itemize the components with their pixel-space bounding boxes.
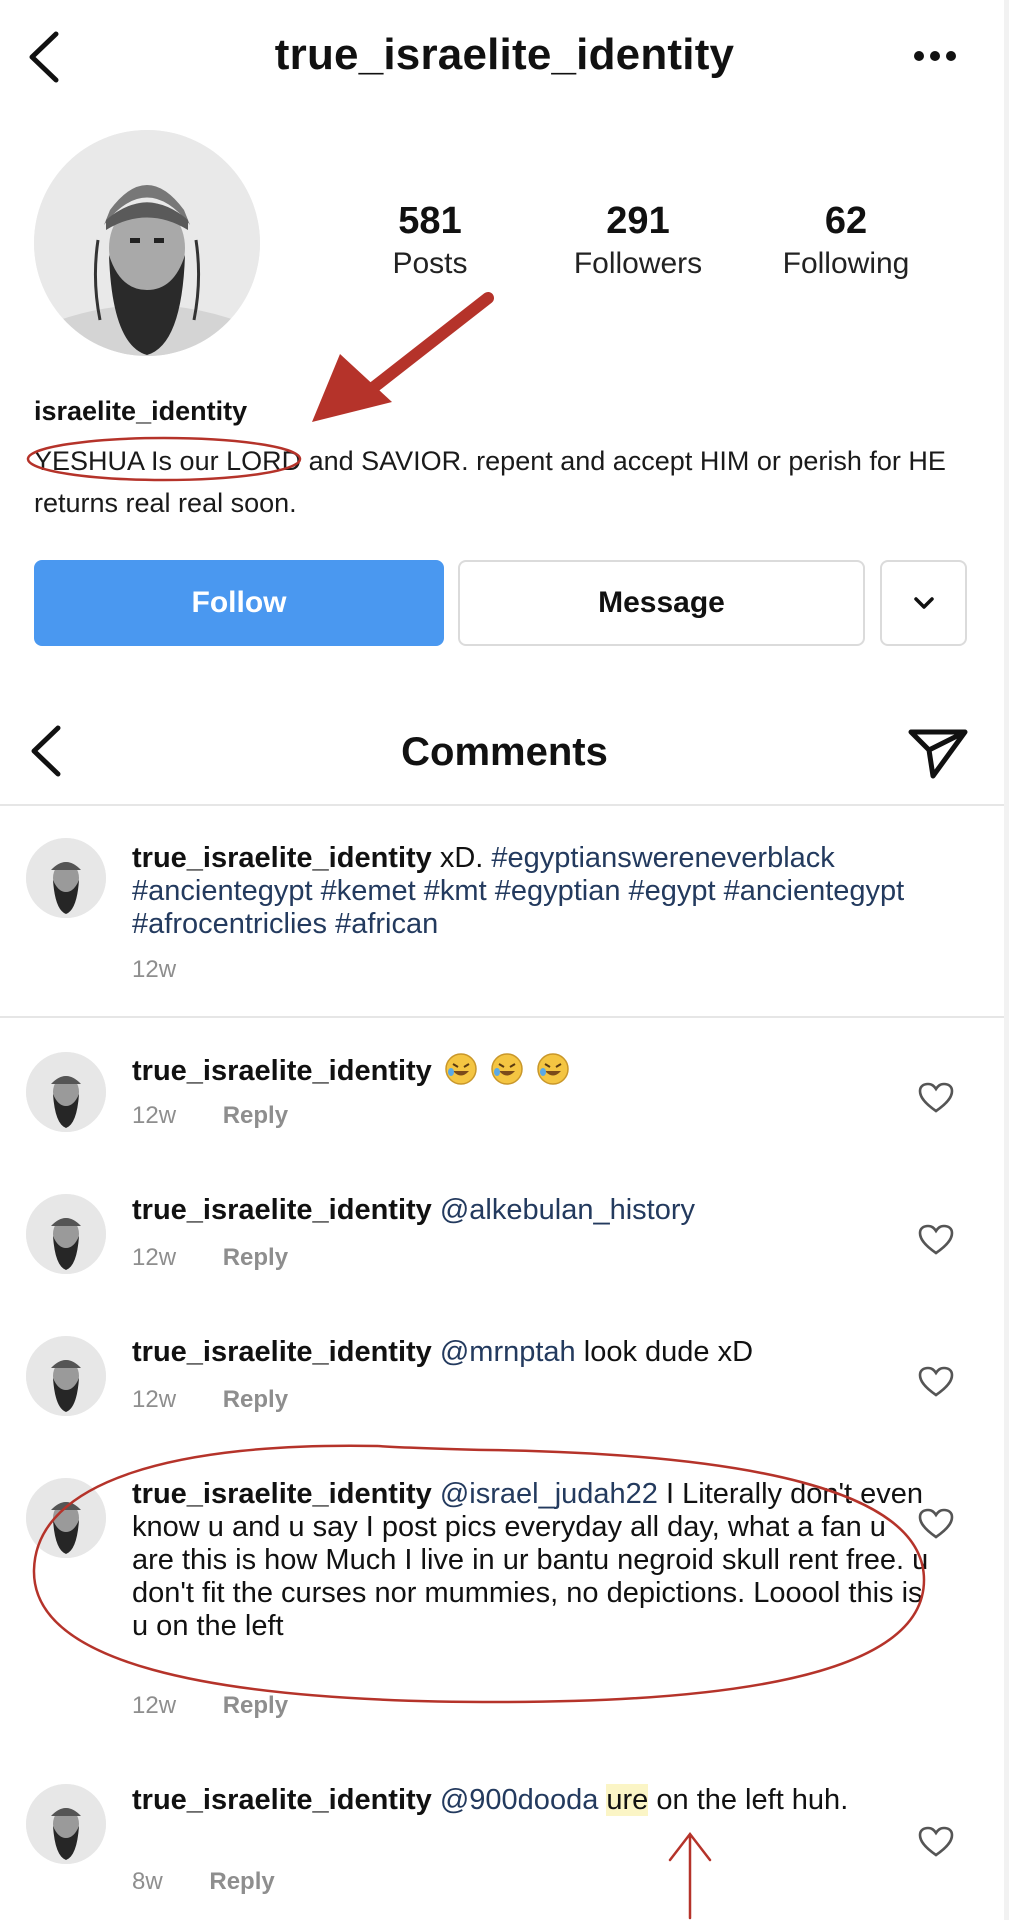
profile-avatar[interactable] bbox=[34, 130, 260, 356]
comment-text: true_israelite_identity @mrnptah look du… bbox=[132, 1336, 932, 1369]
comment-mention[interactable]: @alkebulan_history bbox=[440, 1194, 695, 1226]
comment-avatar[interactable] bbox=[26, 1784, 106, 1864]
comment-time: 12w bbox=[132, 1386, 177, 1413]
annotation-arrow bbox=[312, 292, 494, 422]
more-dots-icon[interactable] bbox=[913, 48, 957, 64]
comment-username[interactable]: true_israelite_identity bbox=[132, 1194, 432, 1226]
comments-divider bbox=[0, 804, 1009, 806]
posts-stat[interactable]: 581 Posts bbox=[330, 198, 530, 284]
comment-text: true_israelite_identity xD. #egyptianswe… bbox=[132, 842, 932, 941]
rolling-laughing-emoji-icon bbox=[537, 1053, 569, 1085]
comment-message: on the left huh. bbox=[656, 1784, 849, 1816]
following-label: Following bbox=[782, 247, 910, 280]
screen-edge bbox=[1004, 0, 1009, 1920]
comment-time: 12w bbox=[132, 1244, 177, 1271]
reply-button[interactable]: Reply bbox=[223, 1244, 288, 1271]
comment-time: 12w bbox=[132, 1692, 177, 1719]
comment-username[interactable]: true_israelite_identity bbox=[132, 1784, 432, 1816]
following-count: 62 bbox=[824, 200, 868, 242]
comment-mention[interactable]: @900dooda bbox=[440, 1784, 598, 1816]
comment-mention[interactable]: @mrnptah bbox=[440, 1336, 576, 1368]
heart-icon[interactable] bbox=[918, 1224, 954, 1256]
comment-meta: 12w Reply bbox=[132, 1244, 288, 1272]
comment-avatar[interactable] bbox=[26, 1336, 106, 1416]
comment-avatar[interactable] bbox=[26, 1194, 106, 1274]
reply-button[interactable]: Reply bbox=[223, 1692, 288, 1719]
send-icon[interactable] bbox=[907, 726, 969, 780]
comment-username[interactable]: true_israelite_identity bbox=[132, 842, 432, 874]
comment-avatar[interactable] bbox=[26, 1478, 106, 1558]
comment-text: true_israelite_identity bbox=[132, 1052, 932, 1088]
comments-title: Comments bbox=[401, 730, 608, 774]
rolling-laughing-emoji-icon bbox=[445, 1053, 477, 1085]
rolling-laughing-emoji-icon bbox=[491, 1053, 523, 1085]
comment-text: true_israelite_identity @israel_judah22 … bbox=[132, 1478, 932, 1643]
highlighted-text: ure bbox=[606, 1784, 649, 1816]
heart-icon[interactable] bbox=[918, 1826, 954, 1858]
profile-username-title: true_israelite_identity bbox=[274, 30, 735, 79]
caption-divider bbox=[0, 1016, 1009, 1018]
profile-bio: YESHUA Is our LORD and SAVIOR. repent an… bbox=[34, 446, 946, 518]
reply-button[interactable]: Reply bbox=[209, 1868, 274, 1895]
followers-count: 291 bbox=[606, 200, 670, 242]
heart-icon[interactable] bbox=[918, 1082, 954, 1114]
comment-time: 12w bbox=[132, 956, 177, 983]
comment-text: true_israelite_identity @alkebulan_histo… bbox=[132, 1194, 932, 1227]
comment-time: 12w bbox=[132, 1102, 177, 1129]
comment-meta: 8w Reply bbox=[132, 1868, 275, 1896]
comment-meta: 12w bbox=[132, 956, 176, 984]
reply-button[interactable]: Reply bbox=[223, 1386, 288, 1413]
comment-meta: 12w Reply bbox=[132, 1692, 288, 1720]
comment-message: look dude xD bbox=[583, 1336, 754, 1368]
comment-text: true_israelite_identity @900dooda ure on… bbox=[132, 1784, 932, 1817]
heart-icon[interactable] bbox=[918, 1366, 954, 1398]
comment-username[interactable]: true_israelite_identity bbox=[132, 1336, 432, 1368]
heart-icon[interactable] bbox=[918, 1508, 954, 1540]
posts-label: Posts bbox=[392, 247, 468, 280]
follow-button[interactable]: Follow bbox=[34, 560, 444, 646]
comment-username[interactable]: true_israelite_identity bbox=[132, 1055, 432, 1087]
profile-topbar: true_israelite_identity bbox=[0, 0, 1009, 120]
comment-avatar[interactable] bbox=[26, 838, 106, 918]
annotation-up-arrow bbox=[668, 1831, 712, 1920]
chevron-down-icon bbox=[913, 597, 934, 609]
profile-display-name: israelite_identity bbox=[34, 396, 248, 426]
comment-time: 8w bbox=[132, 1868, 163, 1895]
following-stat[interactable]: 62 Following bbox=[746, 198, 946, 284]
suggestions-dropdown-button[interactable] bbox=[880, 560, 967, 646]
comment-message: xD. bbox=[439, 842, 484, 874]
comment-meta: 12w Reply bbox=[132, 1102, 288, 1130]
comment-username[interactable]: true_israelite_identity bbox=[132, 1478, 432, 1510]
reply-button[interactable]: Reply bbox=[223, 1102, 288, 1129]
comment-meta: 12w Reply bbox=[132, 1386, 288, 1414]
comment-avatar[interactable] bbox=[26, 1052, 106, 1132]
followers-stat[interactable]: 291 Followers bbox=[538, 198, 738, 284]
comment-mention[interactable]: @israel_judah22 bbox=[440, 1478, 658, 1510]
posts-count: 581 bbox=[398, 200, 462, 242]
message-button[interactable]: Message bbox=[458, 560, 865, 646]
followers-label: Followers bbox=[573, 247, 703, 280]
